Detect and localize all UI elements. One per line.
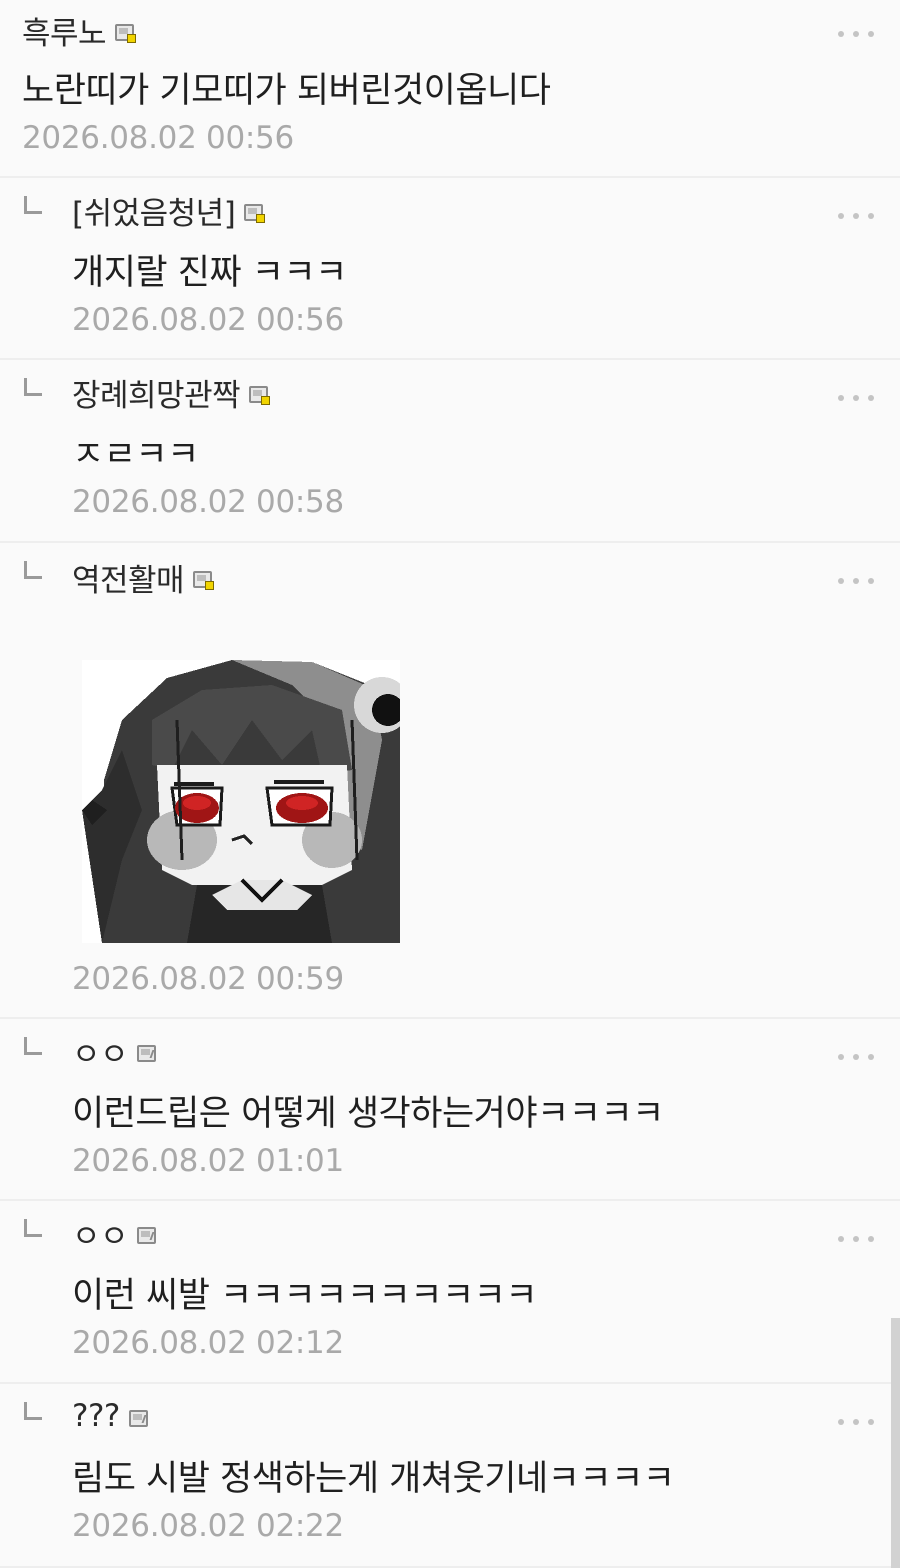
comment-timestamp: 2026.08.02 02:12 [72, 1325, 344, 1361]
nickname[interactable]: 역전활매 [72, 555, 185, 600]
sticker-image[interactable] [82, 660, 400, 943]
comment-author[interactable]: 흑루노 [22, 8, 137, 53]
reply-item: ??? 림도 시발 정색하는게 개쳐웃기네ㅋㅋㅋㅋ 2026.08.02 02:… [0, 1384, 900, 1568]
more-options-icon[interactable] [838, 1229, 874, 1249]
reply-arrow-icon [24, 1219, 42, 1237]
fixed-nick-icon [249, 385, 271, 405]
fixed-nick-icon [244, 203, 266, 223]
reply-arrow-icon [24, 378, 42, 396]
comment-text: 노란띠가 기모띠가 되버린것이옵니다 [22, 71, 551, 111]
comment-author[interactable]: ㅇㅇ [72, 1211, 157, 1256]
comment-author[interactable]: [쉬었음청년] [72, 188, 266, 233]
nickname[interactable]: 흑루노 [22, 8, 107, 53]
scrollbar[interactable] [891, 1318, 900, 1568]
reply-item: ㅇㅇ 이런 씨발 ㅋㅋㅋㅋㅋㅋㅋㅋㅋㅋ 2026.08.02 02:12 [0, 1201, 900, 1384]
comment-timestamp: 2026.08.02 00:56 [22, 120, 294, 156]
comment-text: 이런 씨발 ㅋㅋㅋㅋㅋㅋㅋㅋㅋㅋ [72, 1276, 538, 1316]
more-options-icon[interactable] [838, 24, 874, 44]
flow-nick-icon [137, 1044, 157, 1062]
comment-timestamp: 2026.08.02 02:22 [72, 1508, 344, 1544]
comment-timestamp: 2026.08.02 01:01 [72, 1143, 344, 1179]
flow-nick-icon [137, 1226, 157, 1244]
nickname[interactable]: 장례희망관짝 [72, 370, 241, 415]
reply-item: [쉬었음청년] 개지랄 진짜 ㅋㅋㅋ 2026.08.02 00:56 [0, 178, 900, 360]
more-options-icon[interactable] [838, 388, 874, 408]
comment-author[interactable]: ㅇㅇ [72, 1029, 157, 1074]
comment-text: 개지랄 진짜 ㅋㅋㅋ [72, 253, 347, 293]
more-options-icon[interactable] [838, 206, 874, 226]
comment-timestamp: 2026.08.02 00:56 [72, 302, 344, 338]
comment-text: 림도 시발 정색하는게 개쳐웃기네ㅋㅋㅋㅋ [72, 1459, 675, 1499]
comment-text: ㅈㄹㅋㅋ [72, 435, 199, 475]
more-options-icon[interactable] [838, 571, 874, 591]
fixed-nick-icon [193, 570, 215, 590]
more-options-icon[interactable] [838, 1047, 874, 1067]
more-options-icon[interactable] [838, 1412, 874, 1432]
comment-author[interactable]: 역전활매 [72, 555, 215, 600]
comment-timestamp: 2026.08.02 00:58 [72, 484, 344, 520]
reply-arrow-icon [24, 1402, 42, 1420]
nickname[interactable]: ㅇㅇ [72, 1029, 129, 1074]
nickname[interactable]: ??? [72, 1398, 120, 1434]
reply-arrow-icon [24, 561, 42, 579]
comment-author[interactable]: 장례희망관짝 [72, 370, 271, 415]
reply-arrow-icon [24, 1037, 42, 1055]
nickname[interactable]: [쉬었음청년] [72, 188, 236, 233]
comment-thread: 흑루노 노란띠가 기모띠가 되버린것이옵니다 2026.08.02 00:56 … [0, 0, 900, 1568]
reply-item: ㅇㅇ 이런드립은 어떻게 생각하는거야ㅋㅋㅋㅋ 2026.08.02 01:01 [0, 1019, 900, 1201]
flow-nick-icon [128, 1409, 148, 1427]
reply-item: 장례희망관짝 ㅈㄹㅋㅋ 2026.08.02 00:58 [0, 360, 900, 543]
nickname[interactable]: ㅇㅇ [72, 1211, 129, 1256]
comment-text: 이런드립은 어떻게 생각하는거야ㅋㅋㅋㅋ [72, 1094, 664, 1134]
comment-timestamp: 2026.08.02 00:59 [72, 961, 344, 997]
comment-author[interactable]: ??? [72, 1396, 148, 1436]
reply-arrow-icon [24, 196, 42, 214]
fixed-nick-icon [115, 23, 137, 43]
comment-item: 흑루노 노란띠가 기모띠가 되버린것이옵니다 2026.08.02 00:56 [0, 0, 900, 178]
